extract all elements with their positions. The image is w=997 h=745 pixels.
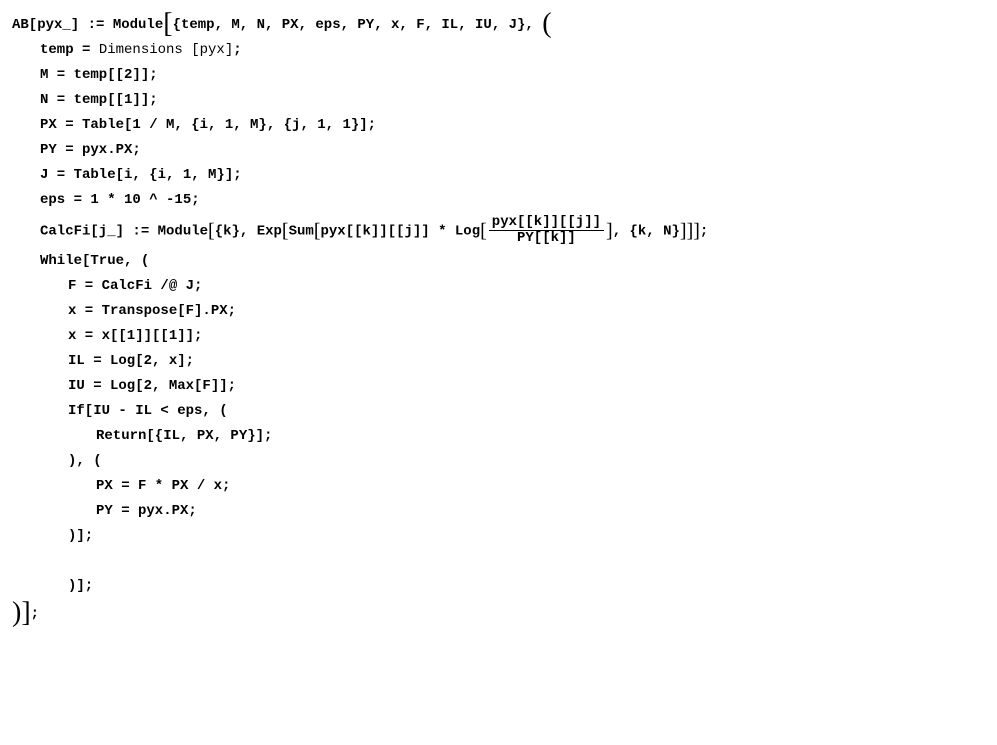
code-text: temp = (40, 42, 99, 58)
code-text: ; (233, 42, 241, 58)
code-text: x = Transpose[F].PX; (68, 303, 236, 319)
code-text: , {k, N} (613, 224, 680, 240)
code-line: x = x[[1]][[1]]; (12, 326, 985, 347)
close-bracket-med: ] (606, 224, 613, 238)
code-text: If[IU - IL < eps, ( (68, 403, 228, 419)
code-text: While[True, ( (40, 253, 149, 269)
code-text: ; (700, 224, 708, 240)
code-line: x = Transpose[F].PX; (12, 301, 985, 322)
code-line: AB[pyx_] := Module[{temp, M, N, PX, eps,… (12, 12, 985, 36)
open-bracket-big: [ (163, 16, 172, 33)
code-text: PY = pyx.PX; (40, 142, 141, 158)
close-bracket-big: ] (21, 605, 30, 622)
code-text: Return[{IL, PX, PY}]; (96, 428, 272, 444)
code-line: ), ( (12, 451, 985, 472)
code-text: {temp, M, N, PX, eps, PY, x, F, IL, IU, … (173, 17, 543, 33)
code-line: )]; (12, 601, 985, 625)
close-paren-big: ) (12, 605, 21, 622)
code-text: F = CalcFi /@ J; (68, 278, 202, 294)
code-text: AB[pyx_] := Module (12, 17, 163, 33)
code-text: J = Table[i, {i, 1, M}]; (40, 167, 242, 183)
code-text: {k}, Exp (215, 224, 282, 240)
code-line: Return[{IL, PX, PY}]; (12, 426, 985, 447)
code-line: M = temp[[2]]; (12, 65, 985, 86)
close-bracket-med: ] (693, 224, 700, 238)
code-line: PY = pyx.PX; (12, 140, 985, 161)
code-line: CalcFi[j_] := Module[{k}, Exp[Sum[pyx[[k… (12, 215, 985, 247)
code-line: eps = 1 * 10 ^ -15; (12, 190, 985, 211)
code-line: F = CalcFi /@ J; (12, 276, 985, 297)
code-text: eps = 1 * 10 ^ -15; (40, 192, 200, 208)
code-text: PY = pyx.PX; (96, 503, 197, 519)
code-text: )]; (68, 578, 93, 594)
open-bracket-med: [ (314, 224, 321, 238)
code-text: Sum (289, 224, 314, 240)
code-text: PX = Table[1 / M, {i, 1, M}, {j, 1, 1}]; (40, 117, 376, 133)
fraction-numerator: pyx[[k]][[j]] (489, 215, 604, 231)
open-bracket-med: [ (480, 224, 487, 238)
code-text: PX = F * PX / x; (96, 478, 230, 494)
close-bracket-med: ] (680, 224, 687, 238)
code-line: J = Table[i, {i, 1, M}]; (12, 165, 985, 186)
code-line: If[IU - IL < eps, ( (12, 401, 985, 422)
code-text: IL = Log[2, x]; (68, 353, 194, 369)
fraction-denominator: PY[[k]] (489, 231, 604, 246)
blank-line (12, 551, 985, 572)
code-line: )]; (12, 576, 985, 597)
code-line: temp = Dimensions [pyx]; (12, 40, 985, 61)
code-line: PY = pyx.PX; (12, 501, 985, 522)
code-line: N = temp[[1]]; (12, 90, 985, 111)
code-line: IU = Log[2, Max[F]]; (12, 376, 985, 397)
code-text: x = x[[1]][[1]]; (68, 328, 202, 344)
code-text: )]; (68, 528, 93, 544)
code-line: While[True, ( (12, 251, 985, 272)
code-line: )]; (12, 526, 985, 547)
code-line: IL = Log[2, x]; (12, 351, 985, 372)
open-bracket-med: [ (282, 224, 289, 238)
code-line: PX = Table[1 / M, {i, 1, M}, {j, 1, 1}]; (12, 115, 985, 136)
code-text: ), ( (68, 453, 102, 469)
code-text-thin: Dimensions [pyx] (99, 42, 233, 58)
close-bracket-med: ] (687, 224, 694, 238)
open-paren-big: ( (542, 16, 551, 33)
code-text: pyx[[k]][[j]] * Log (320, 224, 480, 240)
code-text: N = temp[[1]]; (40, 92, 158, 108)
open-bracket-med: [ (208, 224, 215, 238)
code-text: ; (31, 606, 39, 622)
fraction: pyx[[k]][[j]]PY[[k]] (489, 215, 604, 247)
code-text: IU = Log[2, Max[F]]; (68, 378, 236, 394)
code-text: CalcFi[j_] := Module (40, 224, 208, 240)
code-text: M = temp[[2]]; (40, 67, 158, 83)
code-line: PX = F * PX / x; (12, 476, 985, 497)
mathematica-code-block: AB[pyx_] := Module[{temp, M, N, PX, eps,… (12, 12, 985, 625)
